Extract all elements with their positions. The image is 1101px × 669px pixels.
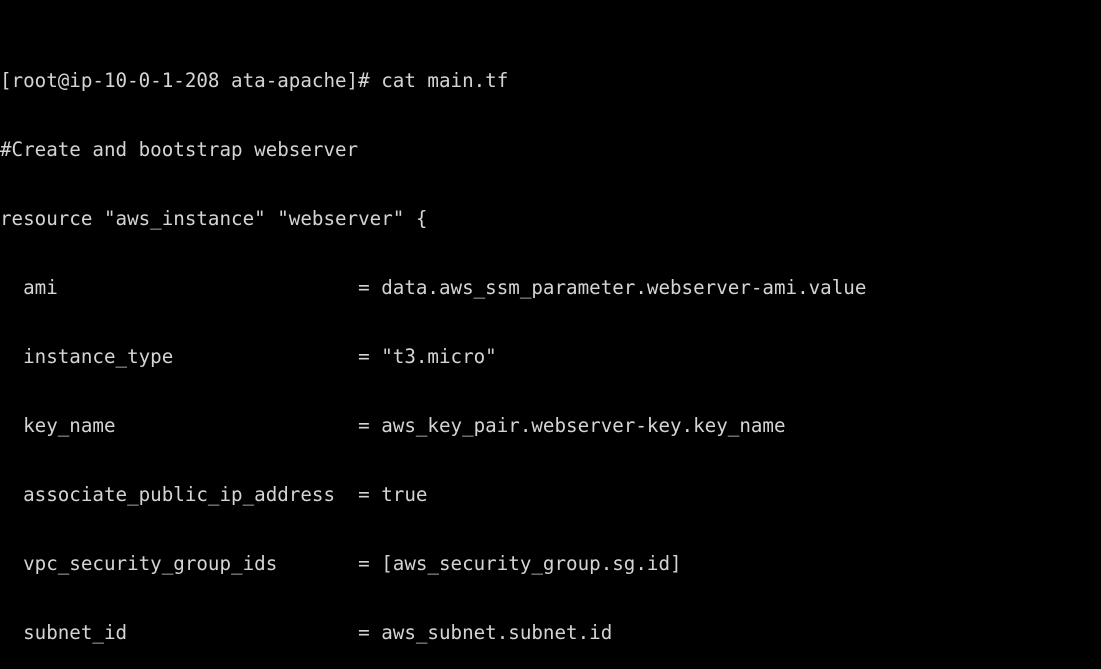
terminal-line-text: [root@ip-10-0-1-208 ata-apache]# cat mai…: [0, 69, 509, 92]
terminal-line-text: vpc_security_group_ids = [aws_security_g…: [0, 552, 682, 575]
terminal-line: [root@ip-10-0-1-208 ata-apache]# cat mai…: [0, 69, 1101, 92]
terminal-line-text: instance_type = "t3.micro": [0, 345, 497, 368]
terminal-line: instance_type = "t3.micro": [0, 345, 1101, 368]
terminal-line: key_name = aws_key_pair.webserver-key.ke…: [0, 414, 1101, 437]
terminal-line-text: resource "aws_instance" "webserver" {: [0, 207, 428, 230]
terminal-window[interactable]: [root@ip-10-0-1-208 ata-apache]# cat mai…: [0, 0, 1101, 669]
terminal-line: ami = data.aws_ssm_parameter.webserver-a…: [0, 276, 1101, 299]
terminal-line-text: associate_public_ip_address = true: [0, 483, 428, 506]
terminal-line: #Create and bootstrap webserver: [0, 138, 1101, 161]
terminal-line: vpc_security_group_ids = [aws_security_g…: [0, 552, 1101, 575]
terminal-line-text: subnet_id = aws_subnet.subnet.id: [0, 621, 613, 644]
terminal-line: resource "aws_instance" "webserver" {: [0, 207, 1101, 230]
terminal-line-text: key_name = aws_key_pair.webserver-key.ke…: [0, 414, 786, 437]
terminal-line-text: ami = data.aws_ssm_parameter.webserver-a…: [0, 276, 867, 299]
terminal-line-text: #Create and bootstrap webserver: [0, 138, 359, 161]
terminal-screen[interactable]: [root@ip-10-0-1-208 ata-apache]# cat mai…: [0, 0, 1101, 669]
terminal-line: subnet_id = aws_subnet.subnet.id: [0, 621, 1101, 644]
terminal-line: associate_public_ip_address = true: [0, 483, 1101, 506]
